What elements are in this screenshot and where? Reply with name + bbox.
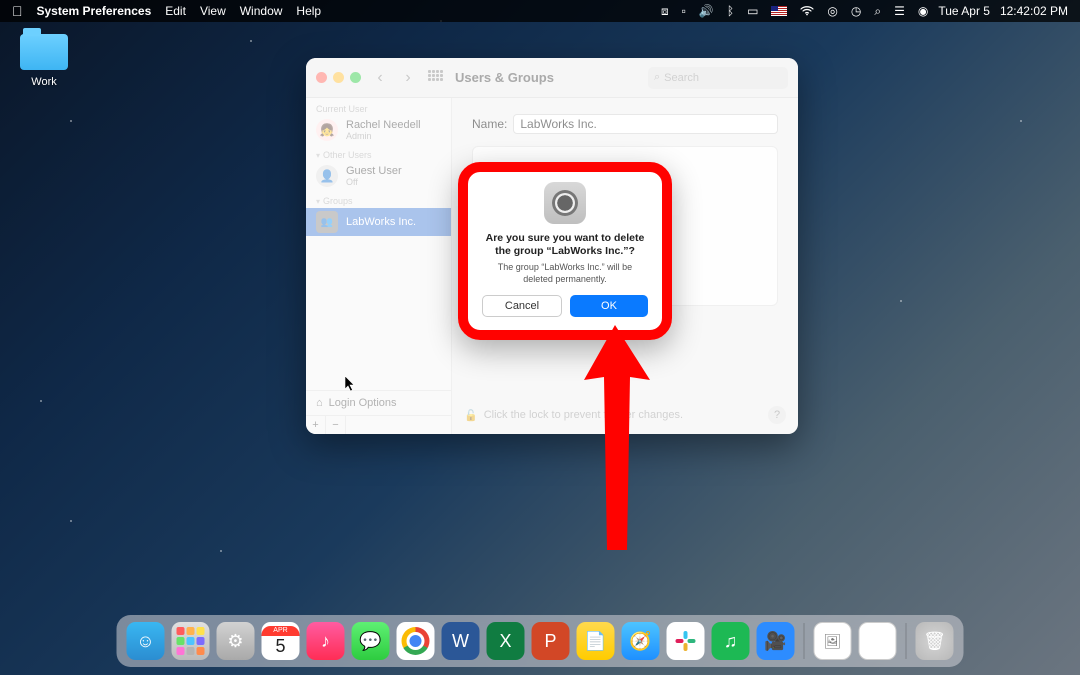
- dock-music[interactable]: ♪: [307, 622, 345, 660]
- dialog-question: Are you sure you want to delete the grou…: [482, 232, 648, 258]
- box-icon[interactable]: ▫: [682, 4, 686, 18]
- dock-trash[interactable]: 🗑: [916, 622, 954, 660]
- dock-chrome[interactable]: [397, 622, 435, 660]
- search-placeholder: Search: [664, 72, 699, 84]
- sidebar-user-rachel[interactable]: 👧 Rachel Needell Admin: [306, 116, 451, 144]
- dock-notes[interactable]: 📄: [577, 622, 615, 660]
- users-sidebar: Current User 👧 Rachel Needell Admin ▾Oth…: [306, 98, 452, 434]
- spotlight-icon[interactable]: ⌕: [874, 4, 881, 19]
- search-field[interactable]: ⌕ Search: [648, 67, 788, 89]
- window-title: Users & Groups: [455, 70, 554, 85]
- name-label: Name:: [472, 117, 507, 131]
- dock-slack[interactable]: [667, 622, 705, 660]
- control-center-icon[interactable]: ☰: [894, 4, 905, 18]
- group-name: LabWorks Inc.: [346, 216, 416, 228]
- dock-word[interactable]: W: [442, 622, 480, 660]
- user-name: Guest User: [346, 165, 402, 177]
- avatar-icon: 👧: [316, 119, 338, 141]
- sidebar-user-guest[interactable]: 👤 Guest User Off: [306, 162, 451, 190]
- lock-icon[interactable]: 🔓: [464, 409, 478, 422]
- dock-launchpad[interactable]: [172, 622, 210, 660]
- menu-bar:  System Preferences Edit View Window He…: [0, 0, 1080, 22]
- dropbox-icon[interactable]: ⧈: [661, 4, 669, 19]
- dock-excel[interactable]: X: [487, 622, 525, 660]
- system-preferences-icon: [544, 182, 586, 224]
- add-user-button[interactable]: +: [306, 416, 326, 434]
- wifi-icon[interactable]: [800, 6, 814, 16]
- window-toolbar: ‹ › Users & Groups ⌕ Search: [306, 58, 798, 98]
- show-all-grid-button[interactable]: [427, 69, 445, 87]
- login-options-button[interactable]: ⌂ Login Options: [306, 390, 451, 415]
- menu-edit[interactable]: Edit: [165, 4, 186, 18]
- dock-system-preferences[interactable]: ⚙︎: [217, 622, 255, 660]
- input-flag-icon[interactable]: [771, 6, 787, 16]
- cancel-button[interactable]: Cancel: [482, 295, 562, 317]
- dock-safari[interactable]: 🧭: [622, 622, 660, 660]
- dock-zoom[interactable]: 🎥: [757, 622, 795, 660]
- zoom-window-button[interactable]: [350, 72, 361, 83]
- section-current-user: Current User: [306, 98, 451, 116]
- minimize-window-button[interactable]: [333, 72, 344, 83]
- remove-user-button[interactable]: −: [326, 416, 346, 434]
- user-role: Admin: [346, 131, 421, 141]
- sidebar-group-labworks[interactable]: 👥 LabWorks Inc.: [306, 208, 451, 236]
- menu-window[interactable]: Window: [240, 4, 283, 18]
- volume-icon[interactable]: 🔊: [699, 4, 714, 18]
- user-status: Off: [346, 177, 402, 187]
- app-name[interactable]: System Preferences: [37, 4, 152, 18]
- dock-recent-file-1[interactable]: [814, 622, 852, 660]
- bluetooth-icon[interactable]: ᛒ: [727, 4, 734, 18]
- user-name: Rachel Needell: [346, 119, 421, 131]
- lock-text: Click the lock to prevent further change…: [484, 409, 683, 421]
- nav-back-button[interactable]: ‹: [371, 69, 389, 87]
- menubar-date[interactable]: Tue Apr 5: [938, 4, 990, 18]
- close-window-button[interactable]: [316, 72, 327, 83]
- apple-menu-icon[interactable]: : [12, 3, 23, 19]
- folder-icon: [20, 34, 68, 70]
- group-icon: 👥: [316, 211, 338, 233]
- user-icon[interactable]: ◎: [827, 4, 837, 18]
- delete-group-dialog: Are you sure you want to delete the grou…: [468, 172, 662, 330]
- search-icon: ⌕: [654, 71, 660, 84]
- ok-button[interactable]: OK: [570, 295, 648, 317]
- folder-label: Work: [14, 76, 74, 88]
- dock-separator: [804, 623, 805, 659]
- siri-icon[interactable]: ◉: [918, 4, 928, 18]
- dock-calendar[interactable]: APR5: [262, 622, 300, 660]
- desktop-folder-work[interactable]: Work: [14, 34, 74, 88]
- menu-view[interactable]: View: [200, 4, 226, 18]
- section-groups: ▾Groups: [306, 190, 451, 208]
- dock-powerpoint[interactable]: P: [532, 622, 570, 660]
- mouse-cursor-icon: [345, 376, 357, 395]
- group-name-input[interactable]: [513, 114, 778, 134]
- help-button[interactable]: ?: [768, 406, 786, 424]
- dock-separator: [906, 623, 907, 659]
- house-icon: ⌂: [316, 397, 323, 409]
- menu-help[interactable]: Help: [296, 4, 321, 18]
- dialog-subtext: The group “LabWorks Inc.” will be delete…: [482, 262, 648, 285]
- section-other-users: ▾Other Users: [306, 144, 451, 162]
- battery-icon[interactable]: ▭: [747, 4, 758, 18]
- nav-forward-button[interactable]: ›: [399, 69, 417, 87]
- dock: ☺ ⚙︎ APR5 ♪ 💬 W X P 📄 🧭 ♫ 🎥 🗑: [117, 615, 964, 667]
- dock-recent-file-2[interactable]: [859, 622, 897, 660]
- dock-spotify[interactable]: ♫: [712, 622, 750, 660]
- dock-messages[interactable]: 💬: [352, 622, 390, 660]
- menubar-time[interactable]: 12:42:02 PM: [1000, 4, 1068, 18]
- dock-finder[interactable]: ☺: [127, 622, 165, 660]
- avatar-icon: 👤: [316, 165, 338, 187]
- clock-icon[interactable]: ◷: [851, 4, 861, 18]
